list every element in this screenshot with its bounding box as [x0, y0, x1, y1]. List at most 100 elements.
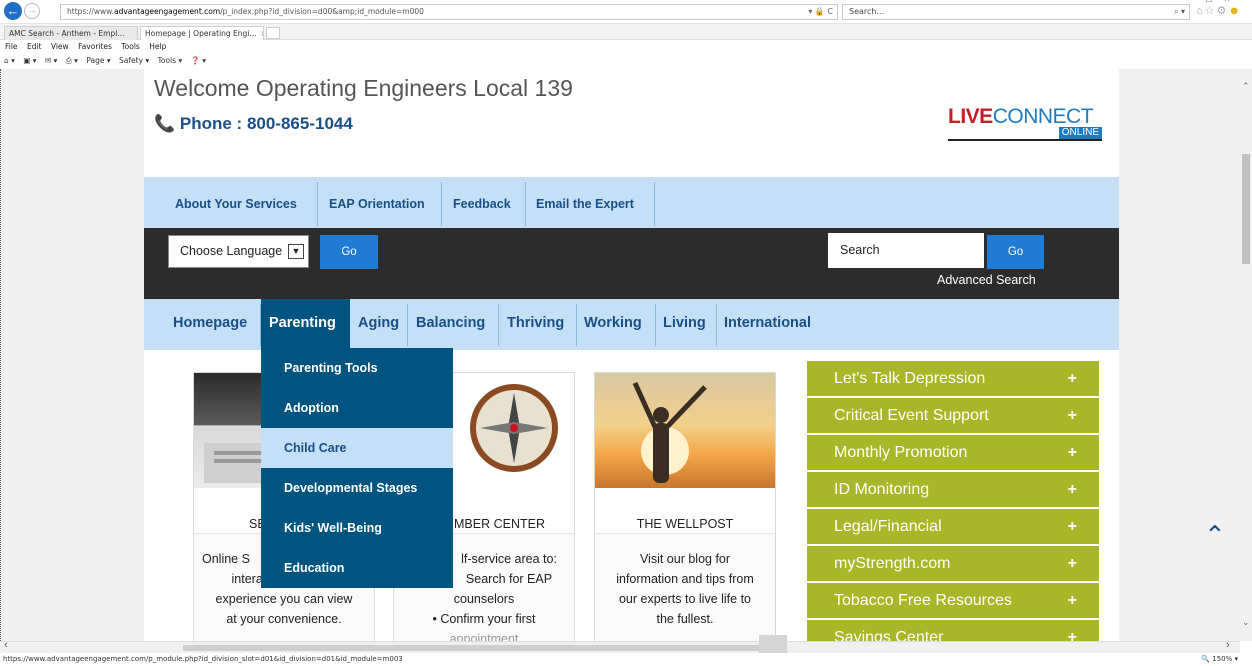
menu-edit[interactable]: Edit	[27, 42, 42, 51]
favorites-star-icon[interactable]: ☆	[1205, 5, 1217, 17]
scroll-left-icon[interactable]: ‹	[4, 639, 8, 651]
cmd-help[interactable]: ❓ ▾	[191, 56, 207, 65]
vertical-scroll-thumb[interactable]	[1242, 154, 1250, 264]
nav-homepage[interactable]: Homepage	[165, 299, 255, 350]
nav-eap-orientation[interactable]: EAP Orientation	[329, 177, 425, 228]
cmd-mail[interactable]: ✉ ▾	[45, 56, 57, 65]
advanced-search-link[interactable]: Advanced Search	[937, 273, 1036, 287]
sidebar-item-depression[interactable]: Let's Talk Depression +	[807, 361, 1099, 396]
smiley-feedback-icon[interactable]: ☻	[1228, 5, 1242, 17]
plus-icon: +	[1067, 518, 1077, 535]
nav-feedback[interactable]: Feedback	[453, 177, 511, 228]
plus-icon: +	[1067, 481, 1077, 498]
nav-working[interactable]: Working	[576, 299, 650, 350]
address-bar: ← → https://www.advantageengagement.com/…	[0, 0, 1252, 24]
nav-parenting[interactable]: Parenting	[261, 299, 350, 350]
feature-card[interactable]: THE WELLPOST Visit our blog for informat…	[594, 372, 776, 641]
card-line: information and tips from	[616, 572, 754, 586]
sidebar-item-label: Critical Event Support	[834, 407, 989, 424]
cmd-home[interactable]: ⌂ ▾	[4, 56, 15, 65]
menu-favorites[interactable]: Favorites	[78, 42, 112, 51]
liveconnect-logo[interactable]: LIVECONNECT ONLINE	[948, 105, 1108, 141]
sidebar-item-legal-financial[interactable]: Legal/Financial +	[807, 509, 1099, 544]
top-navigation: About Your Services EAP Orientation Feed…	[144, 177, 1119, 228]
sidebar-item-label: Let's Talk Depression	[834, 370, 986, 387]
close-window-icon[interactable]: ×	[1224, 0, 1242, 5]
tab-label: Homepage | Operating Engi...	[145, 29, 257, 38]
menu-view[interactable]: View	[51, 42, 69, 51]
cmd-page[interactable]: Page ▾	[86, 56, 110, 65]
woman-sunset-image	[632, 381, 707, 483]
scroll-up-icon[interactable]: ⌃	[1242, 81, 1250, 92]
search-icon[interactable]: ⌕ ▾	[1174, 5, 1185, 19]
page-title: Welcome Operating Engineers Local 139	[154, 75, 573, 101]
dropdown-item-parenting-tools[interactable]: Parenting Tools	[261, 348, 453, 388]
sidebar-item-label: Monthly Promotion	[834, 444, 968, 461]
plus-icon: +	[1067, 592, 1077, 609]
sidebar-item-tobacco-free[interactable]: Tobacco Free Resources +	[807, 583, 1099, 618]
nav-living[interactable]: Living	[655, 299, 714, 350]
nav-email-the-expert[interactable]: Email the Expert	[536, 177, 634, 228]
sidebar-item-savings-center[interactable]: Savings Center +	[807, 620, 1099, 641]
nav-balancing[interactable]: Balancing	[408, 299, 493, 350]
dropdown-item-education[interactable]: Education	[261, 548, 453, 588]
back-to-top-chevron-icon[interactable]: ⌃	[1204, 522, 1226, 548]
dropdown-item-kids-well-being[interactable]: Kids' Well-Being	[261, 508, 453, 548]
site-search-input[interactable]: Search	[828, 233, 984, 268]
card-line: experience you can view	[215, 592, 353, 606]
nav-international[interactable]: International	[716, 299, 819, 350]
tab-label: AMC Search - Anthem - Empl...	[9, 29, 125, 38]
dropdown-item-child-care[interactable]: Child Care	[261, 428, 453, 468]
site-search-go-button[interactable]: Go	[987, 235, 1044, 269]
menu-bar: File Edit View Favorites Tools Help	[0, 41, 1252, 54]
plus-icon: +	[1067, 407, 1077, 424]
url-tools[interactable]: ▾ 🔒 C	[808, 5, 833, 19]
maximize-icon[interactable]: □	[1206, 0, 1224, 5]
horizontal-scroll-thumb[interactable]	[183, 645, 773, 651]
dropdown-item-adoption[interactable]: Adoption	[261, 388, 453, 428]
gear-icon[interactable]: ⚙	[1217, 5, 1229, 17]
browser-search-field[interactable]: Search... ⌕ ▾	[842, 4, 1190, 20]
nav-about-your-services[interactable]: About Your Services	[175, 177, 297, 228]
tab-homepage[interactable]: Homepage | Operating Engi... ×	[140, 26, 264, 40]
sidebar-item-id-monitoring[interactable]: ID Monitoring +	[807, 472, 1099, 507]
minimize-icon[interactable]: —	[1184, 0, 1206, 5]
cmd-tools[interactable]: Tools ▾	[158, 56, 183, 65]
plus-icon: +	[1067, 444, 1077, 461]
card-body: Visit our blog for information and tips …	[595, 533, 775, 641]
sidebar-item-critical-event[interactable]: Critical Event Support +	[807, 398, 1099, 433]
home-icon[interactable]: ⌂	[1196, 5, 1205, 17]
card-title: THE WELLPOST	[636, 517, 734, 531]
status-bar: https://www.advantageengagement.com/p_mo…	[0, 653, 1252, 666]
nav-thriving[interactable]: Thriving	[499, 299, 572, 350]
horizontal-scrollbar[interactable]: ‹ ›	[0, 635, 1240, 653]
vertical-scrollbar[interactable]: ⌃ ⌄	[1240, 69, 1252, 641]
command-bar: ⌂ ▾ ▣ ▾ ✉ ▾ ⎙ ▾ Page ▾ Safety ▾ Tools ▾ …	[0, 54, 1252, 68]
sidebar-item-mystrength[interactable]: myStrength.com +	[807, 546, 1099, 581]
language-go-button[interactable]: Go	[320, 235, 378, 269]
phone-number[interactable]: 📞 Phone : 800-865-1044	[154, 114, 353, 134]
menu-help[interactable]: Help	[149, 42, 166, 51]
zoom-level[interactable]: 🔍 150% ▾	[1201, 653, 1238, 666]
back-arrow-icon[interactable]: ←	[4, 2, 22, 20]
nav-aging[interactable]: Aging	[350, 299, 407, 350]
sidebar-item-monthly-promotion[interactable]: Monthly Promotion +	[807, 435, 1099, 470]
menu-tools[interactable]: Tools	[121, 42, 139, 51]
url-field[interactable]: https://www.advantageengagement.com/p_in…	[60, 4, 838, 20]
tab-close-icon[interactable]: ×	[261, 29, 263, 38]
sidebar-item-label: ID Monitoring	[834, 481, 930, 498]
scroll-right-icon[interactable]: ›	[1226, 639, 1230, 651]
forward-arrow-icon[interactable]: →	[24, 3, 40, 19]
chevron-down-icon[interactable]: ▼	[288, 244, 304, 259]
language-select[interactable]: Choose Language ▼	[168, 235, 309, 268]
horizontal-scroll-block	[759, 635, 787, 653]
cmd-feeds[interactable]: ▣ ▾	[23, 56, 36, 65]
scroll-down-icon[interactable]: ⌄	[1242, 617, 1250, 628]
menu-file[interactable]: File	[5, 42, 18, 51]
dropdown-item-developmental-stages[interactable]: Developmental Stages	[261, 468, 453, 508]
cmd-safety[interactable]: Safety ▾	[119, 56, 149, 65]
cmd-print[interactable]: ⎙ ▾	[66, 56, 78, 65]
tab-amc-search[interactable]: AMC Search - Anthem - Empl...	[4, 26, 138, 40]
language-select-value: Choose Language	[180, 244, 283, 258]
new-tab-button[interactable]	[266, 27, 280, 39]
